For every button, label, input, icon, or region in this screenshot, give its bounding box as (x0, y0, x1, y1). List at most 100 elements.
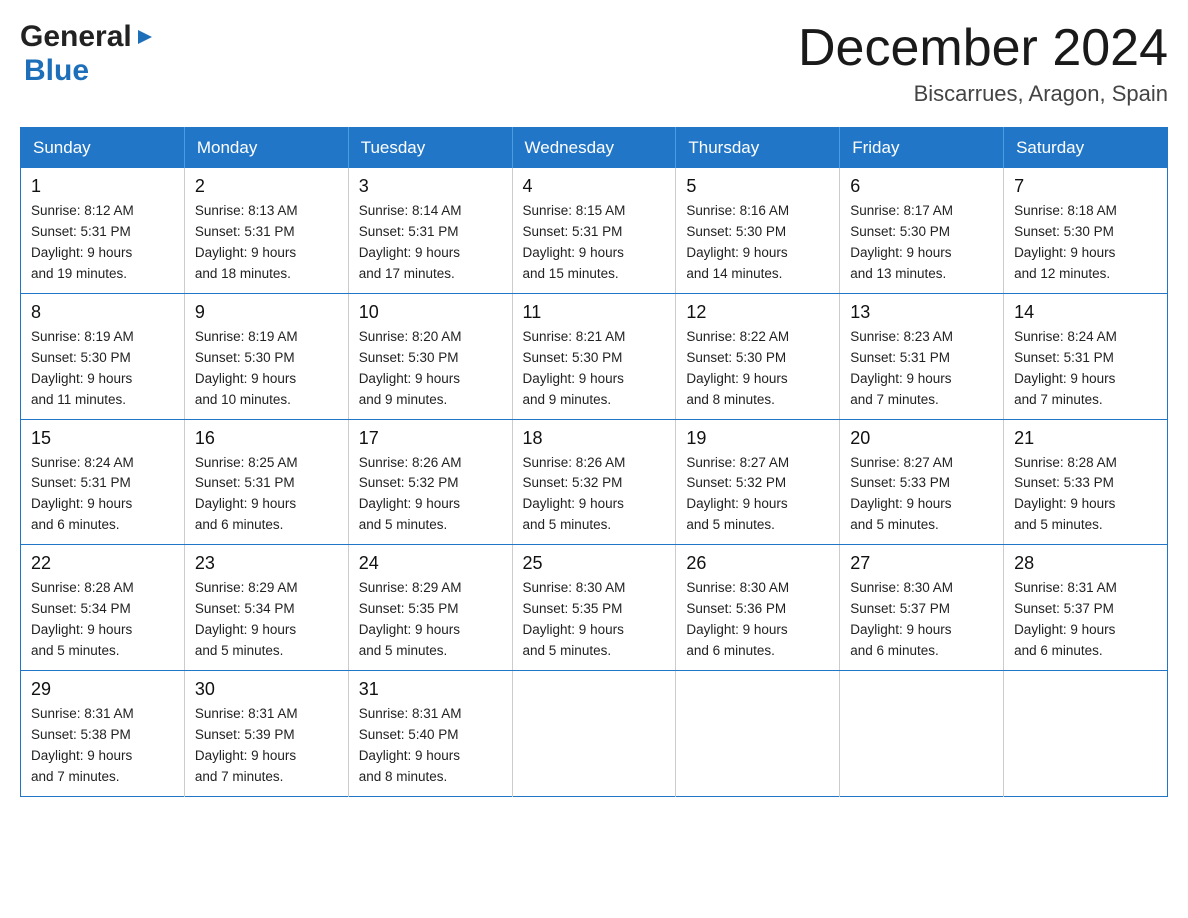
daylight-label: Daylight: 9 hours (686, 496, 787, 511)
sunset-label: Sunset: 5:31 PM (523, 224, 623, 239)
sunset-label: Sunset: 5:35 PM (359, 601, 459, 616)
daylight-minutes: and 11 minutes. (31, 392, 126, 407)
day-info: Sunrise: 8:26 AM Sunset: 5:32 PM Dayligh… (523, 453, 666, 537)
daylight-label: Daylight: 9 hours (359, 496, 460, 511)
calendar-day-12: 12 Sunrise: 8:22 AM Sunset: 5:30 PM Dayl… (676, 293, 840, 419)
col-monday: Monday (184, 128, 348, 169)
location: Biscarrues, Aragon, Spain (798, 81, 1168, 107)
daylight-minutes: and 6 minutes. (850, 643, 939, 658)
daylight-minutes: and 12 minutes. (1014, 266, 1110, 281)
calendar-day-21: 21 Sunrise: 8:28 AM Sunset: 5:33 PM Dayl… (1004, 419, 1168, 545)
daylight-label: Daylight: 9 hours (850, 371, 951, 386)
daylight-minutes: and 18 minutes. (195, 266, 291, 281)
calendar-day-1: 1 Sunrise: 8:12 AM Sunset: 5:31 PM Dayli… (21, 168, 185, 293)
calendar-day-8: 8 Sunrise: 8:19 AM Sunset: 5:30 PM Dayli… (21, 293, 185, 419)
daylight-minutes: and 5 minutes. (686, 517, 775, 532)
sunrise-label: Sunrise: 8:20 AM (359, 329, 462, 344)
calendar-week-5: 29 Sunrise: 8:31 AM Sunset: 5:38 PM Dayl… (21, 670, 1168, 796)
daylight-label: Daylight: 9 hours (359, 245, 460, 260)
daylight-minutes: and 6 minutes. (1014, 643, 1103, 658)
sunset-label: Sunset: 5:30 PM (359, 350, 459, 365)
day-number: 9 (195, 302, 338, 323)
daylight-minutes: and 10 minutes. (195, 392, 291, 407)
sunset-label: Sunset: 5:36 PM (686, 601, 786, 616)
calendar-day-26: 26 Sunrise: 8:30 AM Sunset: 5:36 PM Dayl… (676, 545, 840, 671)
day-number: 14 (1014, 302, 1157, 323)
sunrise-label: Sunrise: 8:18 AM (1014, 203, 1117, 218)
day-number: 4 (523, 176, 666, 197)
daylight-minutes: and 5 minutes. (850, 517, 939, 532)
calendar-week-1: 1 Sunrise: 8:12 AM Sunset: 5:31 PM Dayli… (21, 168, 1168, 293)
daylight-label: Daylight: 9 hours (31, 496, 132, 511)
sunset-label: Sunset: 5:30 PM (850, 224, 950, 239)
daylight-minutes: and 8 minutes. (686, 392, 775, 407)
daylight-label: Daylight: 9 hours (1014, 496, 1115, 511)
sunrise-label: Sunrise: 8:30 AM (686, 580, 789, 595)
daylight-minutes: and 13 minutes. (850, 266, 946, 281)
calendar-day-15: 15 Sunrise: 8:24 AM Sunset: 5:31 PM Dayl… (21, 419, 185, 545)
sunset-label: Sunset: 5:30 PM (686, 224, 786, 239)
day-number: 6 (850, 176, 993, 197)
sunrise-label: Sunrise: 8:29 AM (195, 580, 298, 595)
daylight-label: Daylight: 9 hours (359, 622, 460, 637)
day-info: Sunrise: 8:19 AM Sunset: 5:30 PM Dayligh… (31, 327, 174, 411)
daylight-minutes: and 7 minutes. (31, 769, 120, 784)
daylight-label: Daylight: 9 hours (523, 622, 624, 637)
calendar-day-28: 28 Sunrise: 8:31 AM Sunset: 5:37 PM Dayl… (1004, 545, 1168, 671)
sunrise-label: Sunrise: 8:27 AM (686, 455, 789, 470)
sunset-label: Sunset: 5:40 PM (359, 727, 459, 742)
day-info: Sunrise: 8:31 AM Sunset: 5:38 PM Dayligh… (31, 704, 174, 788)
calendar-day-4: 4 Sunrise: 8:15 AM Sunset: 5:31 PM Dayli… (512, 168, 676, 293)
sunset-label: Sunset: 5:31 PM (1014, 350, 1114, 365)
daylight-minutes: and 9 minutes. (359, 392, 448, 407)
day-info: Sunrise: 8:18 AM Sunset: 5:30 PM Dayligh… (1014, 201, 1157, 285)
daylight-label: Daylight: 9 hours (31, 371, 132, 386)
calendar-empty-cell (512, 670, 676, 796)
day-number: 28 (1014, 553, 1157, 574)
daylight-label: Daylight: 9 hours (850, 622, 951, 637)
day-info: Sunrise: 8:30 AM Sunset: 5:35 PM Dayligh… (523, 578, 666, 662)
day-info: Sunrise: 8:27 AM Sunset: 5:32 PM Dayligh… (686, 453, 829, 537)
col-friday: Friday (840, 128, 1004, 169)
calendar-day-27: 27 Sunrise: 8:30 AM Sunset: 5:37 PM Dayl… (840, 545, 1004, 671)
sunrise-label: Sunrise: 8:12 AM (31, 203, 134, 218)
daylight-label: Daylight: 9 hours (850, 245, 951, 260)
calendar-day-22: 22 Sunrise: 8:28 AM Sunset: 5:34 PM Dayl… (21, 545, 185, 671)
day-number: 20 (850, 428, 993, 449)
daylight-label: Daylight: 9 hours (1014, 371, 1115, 386)
day-number: 12 (686, 302, 829, 323)
daylight-minutes: and 5 minutes. (31, 643, 120, 658)
logo-general-text: General (20, 20, 132, 54)
daylight-label: Daylight: 9 hours (31, 748, 132, 763)
day-number: 31 (359, 679, 502, 700)
sunrise-label: Sunrise: 8:31 AM (31, 706, 134, 721)
sunrise-label: Sunrise: 8:23 AM (850, 329, 953, 344)
calendar-header-row: Sunday Monday Tuesday Wednesday Thursday… (21, 128, 1168, 169)
sunrise-label: Sunrise: 8:16 AM (686, 203, 789, 218)
daylight-minutes: and 5 minutes. (523, 643, 612, 658)
sunset-label: Sunset: 5:33 PM (1014, 475, 1114, 490)
daylight-label: Daylight: 9 hours (686, 245, 787, 260)
day-number: 13 (850, 302, 993, 323)
sunset-label: Sunset: 5:31 PM (31, 475, 131, 490)
calendar-day-16: 16 Sunrise: 8:25 AM Sunset: 5:31 PM Dayl… (184, 419, 348, 545)
calendar-day-30: 30 Sunrise: 8:31 AM Sunset: 5:39 PM Dayl… (184, 670, 348, 796)
daylight-label: Daylight: 9 hours (195, 622, 296, 637)
daylight-label: Daylight: 9 hours (31, 622, 132, 637)
calendar-day-31: 31 Sunrise: 8:31 AM Sunset: 5:40 PM Dayl… (348, 670, 512, 796)
daylight-label: Daylight: 9 hours (686, 622, 787, 637)
calendar-day-7: 7 Sunrise: 8:18 AM Sunset: 5:30 PM Dayli… (1004, 168, 1168, 293)
daylight-minutes: and 17 minutes. (359, 266, 455, 281)
sunrise-label: Sunrise: 8:30 AM (850, 580, 953, 595)
calendar-week-2: 8 Sunrise: 8:19 AM Sunset: 5:30 PM Dayli… (21, 293, 1168, 419)
day-info: Sunrise: 8:13 AM Sunset: 5:31 PM Dayligh… (195, 201, 338, 285)
sunset-label: Sunset: 5:30 PM (31, 350, 131, 365)
month-title: December 2024 (798, 20, 1168, 77)
calendar-day-17: 17 Sunrise: 8:26 AM Sunset: 5:32 PM Dayl… (348, 419, 512, 545)
calendar-day-25: 25 Sunrise: 8:30 AM Sunset: 5:35 PM Dayl… (512, 545, 676, 671)
day-info: Sunrise: 8:30 AM Sunset: 5:36 PM Dayligh… (686, 578, 829, 662)
day-number: 25 (523, 553, 666, 574)
day-info: Sunrise: 8:28 AM Sunset: 5:33 PM Dayligh… (1014, 453, 1157, 537)
sunset-label: Sunset: 5:31 PM (31, 224, 131, 239)
sunset-label: Sunset: 5:32 PM (686, 475, 786, 490)
